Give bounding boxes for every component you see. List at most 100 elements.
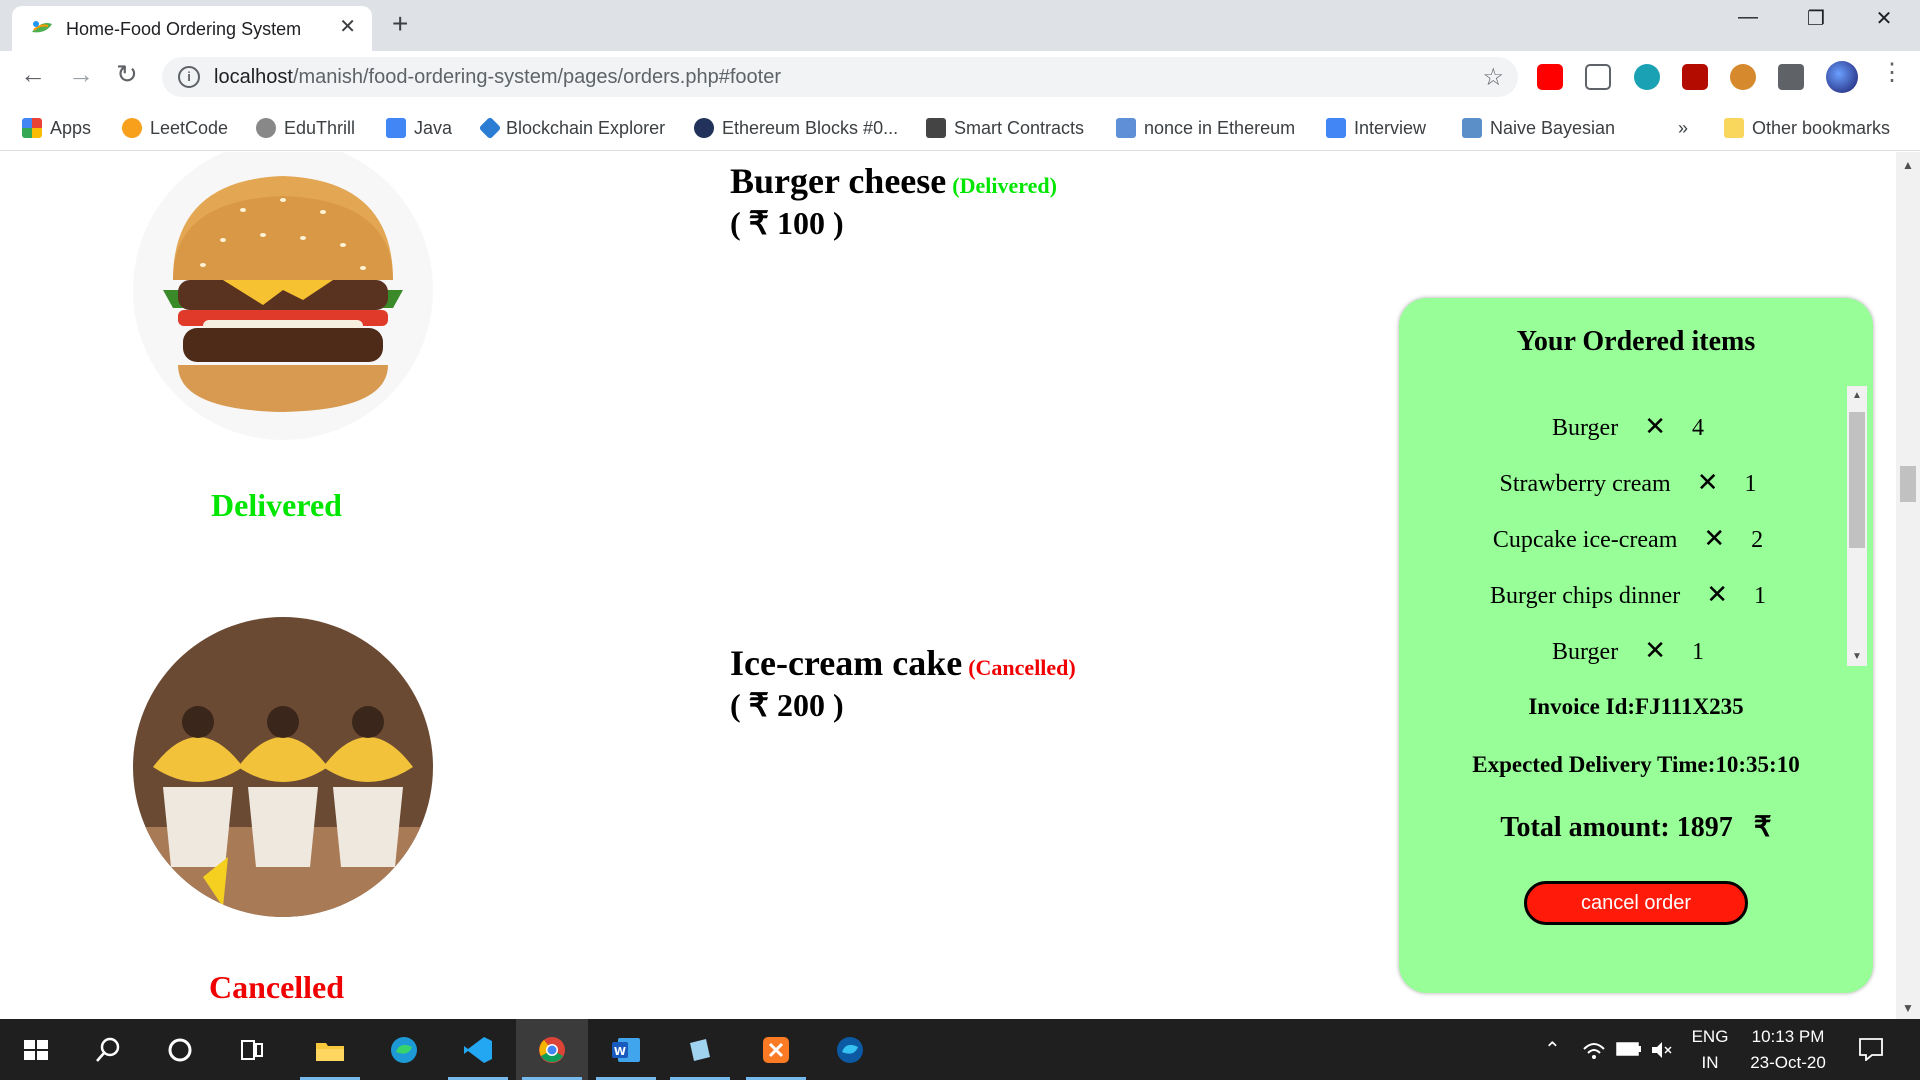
url-text[interactable]: localhost/manish/food-ordering-system/pa… <box>214 66 781 89</box>
times-icon: ✕ <box>1696 468 1719 498</box>
list-item: Burger ✕ 4 <box>1551 412 1704 442</box>
xampp-button[interactable] <box>740 1019 812 1080</box>
scroll-up-arrow-icon[interactable]: ▲ <box>1852 390 1862 401</box>
profile-avatar[interactable] <box>1826 61 1858 93</box>
blockchain-icon <box>478 116 502 140</box>
task-view-icon <box>241 1040 263 1060</box>
naive-icon <box>1462 118 1482 138</box>
translate-extension-icon[interactable] <box>1585 64 1611 90</box>
rupee-icon: ₹ <box>1753 812 1772 843</box>
notepad-icon <box>690 1039 710 1061</box>
minimize-icon[interactable]: — <box>1718 6 1778 29</box>
bookmark-smart-contracts[interactable]: Smart Contracts <box>926 115 1084 141</box>
bookmark-star-icon[interactable]: ☆ <box>1482 63 1504 92</box>
order-item-name: Burger cheese (Delivered) <box>730 161 1057 201</box>
cancel-order-button[interactable]: cancel order <box>1524 881 1748 925</box>
edge-icon <box>837 1037 863 1063</box>
vscode-button[interactable] <box>442 1019 514 1080</box>
chrome-button[interactable] <box>516 1019 588 1080</box>
page-scrollbar[interactable]: ▲ ▼ <box>1896 152 1920 1019</box>
cookie-extension-icon[interactable] <box>1730 64 1756 90</box>
burger-image <box>133 152 433 440</box>
new-tab-icon[interactable]: + <box>392 10 408 38</box>
bookmark-interview[interactable]: Interview <box>1326 115 1426 141</box>
list-item: Cupcake ice-cream ✕ 2 <box>1492 524 1764 554</box>
search-button[interactable] <box>72 1019 144 1080</box>
folder-icon <box>1724 118 1744 138</box>
more-bookmarks-chevron[interactable]: » <box>1678 115 1688 141</box>
icecream-cake-image <box>133 617 433 917</box>
notes-app-button[interactable] <box>664 1019 736 1080</box>
reload-icon[interactable]: ↻ <box>116 61 138 87</box>
chrome-icon <box>539 1037 565 1063</box>
order-status-delivered: (Delivered) <box>952 173 1057 198</box>
bookmark-blockchain-explorer[interactable]: Blockchain Explorer <box>478 115 665 141</box>
volume-muted-icon[interactable] <box>1650 1039 1674 1061</box>
food-favicon-icon <box>32 21 52 33</box>
task-view-button[interactable] <box>216 1019 288 1080</box>
tab-close-icon[interactable]: ✕ <box>339 17 356 37</box>
cancelled-status-label: Cancelled <box>208 969 345 1005</box>
list-item: Burger ✕ 1 <box>1551 636 1704 666</box>
bookmark-eduthrill[interactable]: EduThrill <box>256 115 355 141</box>
edge-icon <box>391 1037 417 1063</box>
times-icon: ✕ <box>1644 412 1666 442</box>
word-icon: W <box>612 1038 640 1062</box>
order-status-cancelled: (Cancelled) <box>968 655 1076 680</box>
site-info-icon[interactable]: i <box>178 66 200 88</box>
etherscan-icon <box>694 118 714 138</box>
order-item-price: ( ₹ 100 ) <box>730 205 844 241</box>
youtube-extension-icon[interactable] <box>1537 64 1563 90</box>
file-explorer-button[interactable] <box>294 1019 366 1080</box>
bookmarks-bar: Apps LeetCode EduThrill Java Blockchain … <box>0 103 1920 151</box>
order-item-price: ( ₹ 200 ) <box>730 687 844 723</box>
edge-button[interactable] <box>368 1019 440 1080</box>
bookmark-nonce-ethereum[interactable]: nonce in Ethereum <box>1116 115 1295 141</box>
eduthrill-icon <box>256 118 276 138</box>
battery-icon[interactable] <box>1616 1041 1642 1057</box>
clock[interactable]: 10:13 PM 23-Oct-20 <box>1740 1027 1836 1073</box>
bookmark-java[interactable]: Java <box>386 115 452 141</box>
page-scroll-thumb[interactable] <box>1900 466 1916 502</box>
close-window-icon[interactable]: ✕ <box>1854 6 1914 31</box>
cortana-button[interactable] <box>144 1019 216 1080</box>
times-icon: ✕ <box>1644 636 1666 666</box>
list-scroll-thumb[interactable] <box>1849 412 1865 548</box>
back-arrow-icon[interactable]: ← <box>20 61 46 87</box>
acrobat-extension-icon[interactable] <box>1682 64 1708 90</box>
show-hidden-icons-chevron[interactable]: ⌃ <box>1544 1037 1561 1062</box>
bookmark-apps[interactable]: Apps <box>22 115 91 141</box>
notifications-icon[interactable] <box>1858 1037 1884 1061</box>
apps-grid-icon <box>22 118 42 138</box>
folder-icon <box>316 1043 344 1061</box>
doc-icon <box>386 118 406 138</box>
cortana-circle-icon <box>168 1038 192 1062</box>
tab-strip: Home-Food Ordering System ✕ + — ❐ ✕ <box>0 0 1920 51</box>
scroll-down-arrow-icon[interactable]: ▼ <box>1902 1001 1914 1015</box>
language-indicator[interactable]: ENG IN <box>1688 1027 1732 1073</box>
circle-extension-icon[interactable] <box>1634 64 1660 90</box>
windows-logo-icon <box>24 1040 48 1060</box>
start-button[interactable] <box>0 1019 72 1080</box>
eth-icon <box>1116 118 1136 138</box>
edge-dev-button[interactable] <box>814 1019 886 1080</box>
bookmark-naive-bayesian[interactable]: Naive Bayesian <box>1462 115 1615 141</box>
word-button[interactable]: W <box>590 1019 662 1080</box>
expected-delivery-time: Expected Delivery Time:10:35:10 <box>1472 752 1800 777</box>
forward-arrow-icon[interactable]: → <box>68 61 94 87</box>
address-bar[interactable]: i localhost/manish/food-ordering-system/… <box>162 57 1518 97</box>
total-amount: Total amount: 1897 ₹ <box>1500 812 1772 843</box>
scroll-down-arrow-icon[interactable]: ▼ <box>1852 651 1862 662</box>
browser-tab[interactable]: Home-Food Ordering System ✕ <box>12 6 372 51</box>
bookmark-other-bookmarks[interactable]: Other bookmarks <box>1724 115 1890 141</box>
wifi-icon[interactable] <box>1582 1039 1606 1061</box>
bookmark-leetcode[interactable]: LeetCode <box>122 115 228 141</box>
bookmark-ethereum-blocks[interactable]: Ethereum Blocks #0... <box>694 115 898 141</box>
ordered-items-scrollbar[interactable]: ▲ ▼ <box>1847 386 1867 666</box>
menu-kebab-icon[interactable]: ⋮ <box>1880 61 1904 85</box>
scroll-up-arrow-icon[interactable]: ▲ <box>1902 158 1914 172</box>
list-item: Burger chips dinner ✕ 1 <box>1490 580 1766 610</box>
restore-icon[interactable]: ❐ <box>1786 6 1846 31</box>
times-icon: ✕ <box>1706 580 1728 610</box>
extensions-puzzle-icon[interactable] <box>1778 64 1804 90</box>
